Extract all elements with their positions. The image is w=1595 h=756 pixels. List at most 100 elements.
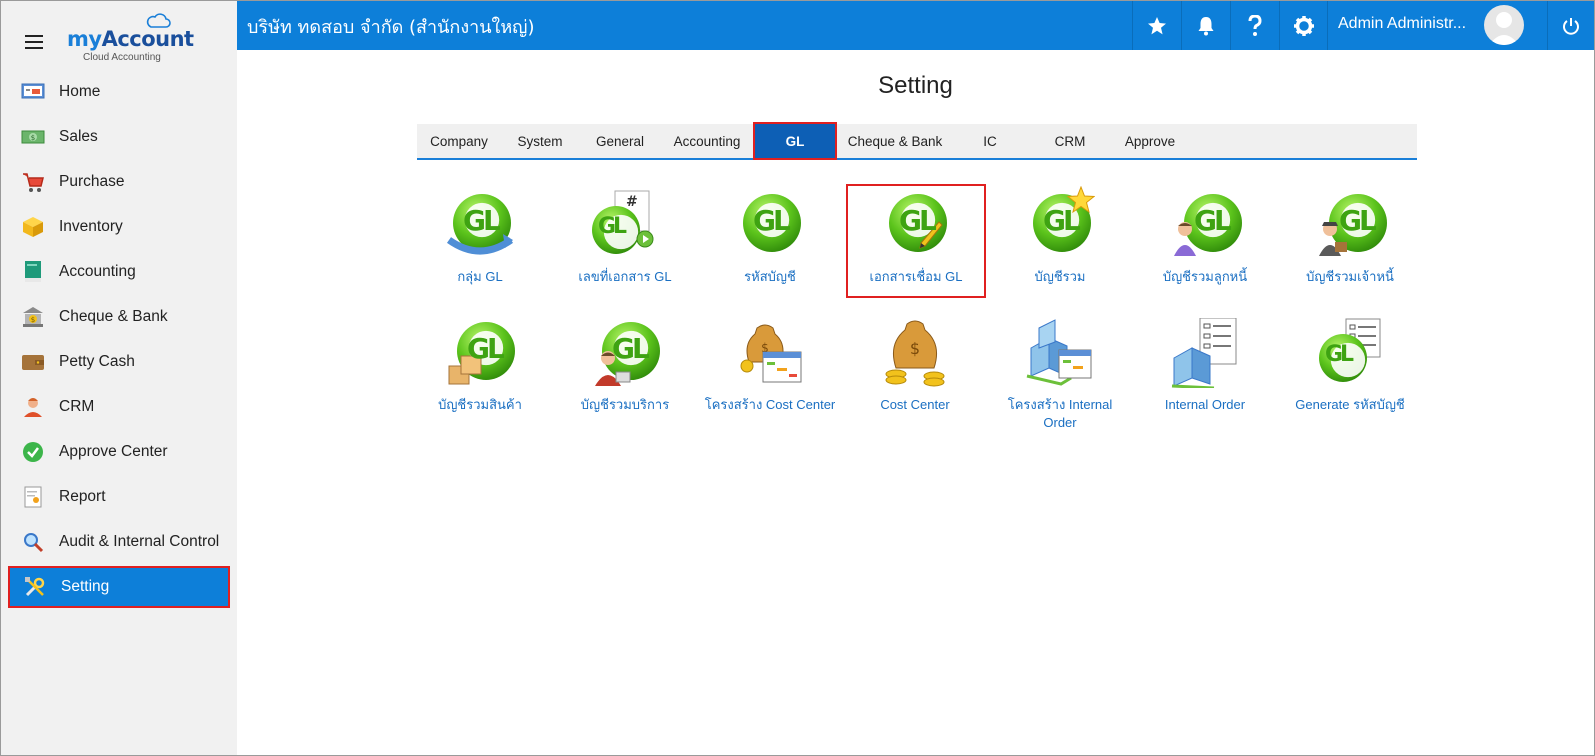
sidebar-item-accounting[interactable]: Accounting [1, 249, 237, 294]
sidebar-item-purchase[interactable]: Purchase [1, 159, 237, 204]
tile-gl-creditor-account[interactable]: GL บัญชีรวมเจ้าหนี้ [1283, 190, 1417, 286]
sidebar-item-inventory[interactable]: Inventory [1, 204, 237, 249]
tab-ic[interactable]: IC [953, 124, 1027, 158]
tile-label: เลขที่เอกสาร GL [578, 269, 672, 284]
generate-account-code-icon: GL [1315, 318, 1385, 388]
logo-text: myAccount [67, 27, 194, 51]
gl-group-icon: GL [445, 190, 515, 260]
gl-creditor-account-icon: GL [1315, 190, 1387, 260]
sidebar-item-label: Cheque & Bank [59, 307, 168, 325]
tile-label: โครงสร้าง Internal Order [1007, 397, 1113, 430]
tile-gl-control-account[interactable]: GL บัญชีรวม [993, 186, 1127, 286]
svg-text:#: # [626, 194, 638, 210]
company-name[interactable]: บริษัท ทดสอบ จำกัด (สำนักงานใหญ่) [247, 12, 535, 41]
sidebar-item-label: Accounting [59, 262, 136, 280]
sidebar-item-label: Sales [59, 127, 98, 145]
tile-gl-account-code[interactable]: GL รหัสบัญชี [703, 190, 837, 286]
sidebar-nav: Home $ Sales Purchase Inventory Accounti… [1, 69, 237, 608]
sidebar-item-sales[interactable]: $ Sales [1, 114, 237, 159]
tile-internal-order[interactable]: Internal Order [1138, 317, 1272, 414]
tile-label: บัญชีรวม [1034, 269, 1086, 284]
sidebar-item-label: Setting [61, 578, 110, 595]
sidebar-item-approve-center[interactable]: Approve Center [1, 429, 237, 474]
gl-account-code-icon: GL [735, 190, 805, 260]
tile-gl-inventory-account[interactable]: GL บัญชีรวมสินค้า [413, 318, 547, 414]
tab-accounting[interactable]: Accounting [661, 124, 753, 158]
help-button[interactable] [1230, 1, 1279, 50]
svg-text:$: $ [31, 134, 35, 142]
home-icon [21, 80, 45, 104]
sidebar-item-crm[interactable]: CRM [1, 384, 237, 429]
sidebar-item-label: Audit & Internal Control [59, 532, 220, 550]
wallet-icon [21, 350, 45, 374]
tile-cost-center-structure[interactable]: $ โครงสร้าง Cost Center [703, 318, 837, 414]
tile-cost-center[interactable]: $ Cost Center [848, 318, 982, 414]
sidebar-item-home[interactable]: Home [1, 69, 237, 114]
sidebar: myAccount Cloud Accounting Home $ Sales … [1, 1, 237, 755]
cart-icon [21, 170, 45, 194]
tile-label: บัญชีรวมเจ้าหนี้ [1306, 269, 1394, 284]
top-bar: บริษัท ทดสอบ จำกัด (สำนักงานใหญ่) Admin … [237, 1, 1594, 50]
tile-label: เอกสารเชื่อม GL [869, 269, 963, 284]
notification-button[interactable] [1181, 1, 1230, 50]
tab-general[interactable]: General [579, 124, 661, 158]
sidebar-item-audit-internal-control[interactable]: Audit & Internal Control [1, 519, 237, 564]
tile-label: Internal Order [1164, 397, 1246, 412]
logo-subtitle: Cloud Accounting [83, 52, 161, 63]
sidebar-item-setting[interactable]: Setting [8, 566, 230, 608]
tab-company[interactable]: Company [417, 124, 501, 158]
menu-toggle-icon[interactable] [25, 35, 43, 49]
magnifier-icon [21, 530, 45, 554]
user-menu[interactable]: Admin Administr... [1327, 1, 1547, 50]
cost-center-icon: $ [880, 318, 950, 388]
tab-system[interactable]: System [501, 124, 579, 158]
sidebar-item-label: Petty Cash [59, 352, 135, 370]
logout-button[interactable] [1547, 1, 1594, 50]
sidebar-item-petty-cash[interactable]: Petty Cash [1, 339, 237, 384]
tile-gl-link-document[interactable]: GL เอกสารเชื่อม GL [846, 184, 986, 298]
svg-text:$: $ [31, 316, 35, 324]
logo[interactable]: myAccount Cloud Accounting [67, 11, 194, 65]
internal-order-icon [1170, 317, 1240, 390]
sidebar-item-report[interactable]: Report [1, 474, 237, 519]
people-icon [21, 395, 45, 419]
tile-label: บัญชีรวมลูกหนี้ [1162, 269, 1248, 284]
tile-label: บัญชีรวมบริการ [580, 397, 670, 412]
tile-label: Cost Center [880, 397, 950, 412]
check-icon [21, 440, 45, 464]
cost-center-structure-icon: $ [735, 318, 805, 388]
tile-generate-account-code[interactable]: GL Generate รหัสบัญชี [1283, 318, 1417, 414]
report-icon [21, 485, 45, 509]
star-icon [1148, 16, 1166, 34]
favorite-button[interactable] [1132, 1, 1181, 50]
tools-icon [23, 575, 47, 599]
tab-gl[interactable]: GL [753, 122, 837, 160]
tile-label: โครงสร้าง Cost Center [704, 397, 836, 412]
user-name: Admin Administr... [1338, 15, 1467, 32]
tile-internal-order-structure[interactable]: โครงสร้าง Internal Order [993, 318, 1127, 432]
gl-control-account-icon: GL [1025, 186, 1095, 260]
gl-link-document-icon: GL [881, 190, 951, 260]
svg-text:$: $ [910, 339, 920, 358]
settings-button[interactable] [1279, 1, 1328, 50]
sidebar-item-label: CRM [59, 397, 95, 415]
tab-cheque-bank[interactable]: Cheque & Bank [837, 124, 953, 158]
tile-label: กลุ่ม GL [457, 269, 503, 284]
gl-document-number-icon: # GL [590, 190, 660, 260]
page-title: Setting [878, 72, 953, 99]
brand-area: myAccount Cloud Accounting [1, 1, 237, 67]
tile-gl-debtor-account[interactable]: GL บัญชีรวมลูกหนี้ [1138, 190, 1272, 286]
tile-label: รหัสบัญชี [744, 269, 796, 284]
bell-icon [1198, 16, 1214, 35]
tab-approve[interactable]: Approve [1113, 124, 1187, 158]
tile-gl-document-number[interactable]: # GL เลขที่เอกสาร GL [558, 190, 692, 286]
tile-label: Generate รหัสบัญชี [1295, 397, 1405, 412]
sidebar-item-label: Inventory [59, 217, 123, 235]
tile-gl-service-account[interactable]: GL บัญชีรวมบริการ [558, 318, 692, 414]
bank-icon: $ [21, 305, 45, 329]
gl-debtor-account-icon: GL [1170, 190, 1242, 260]
tab-crm[interactable]: CRM [1027, 124, 1113, 158]
book-icon [21, 260, 45, 284]
sidebar-item-cheque-bank[interactable]: $ Cheque & Bank [1, 294, 237, 339]
tile-gl-group[interactable]: GL กลุ่ม GL [413, 190, 547, 286]
